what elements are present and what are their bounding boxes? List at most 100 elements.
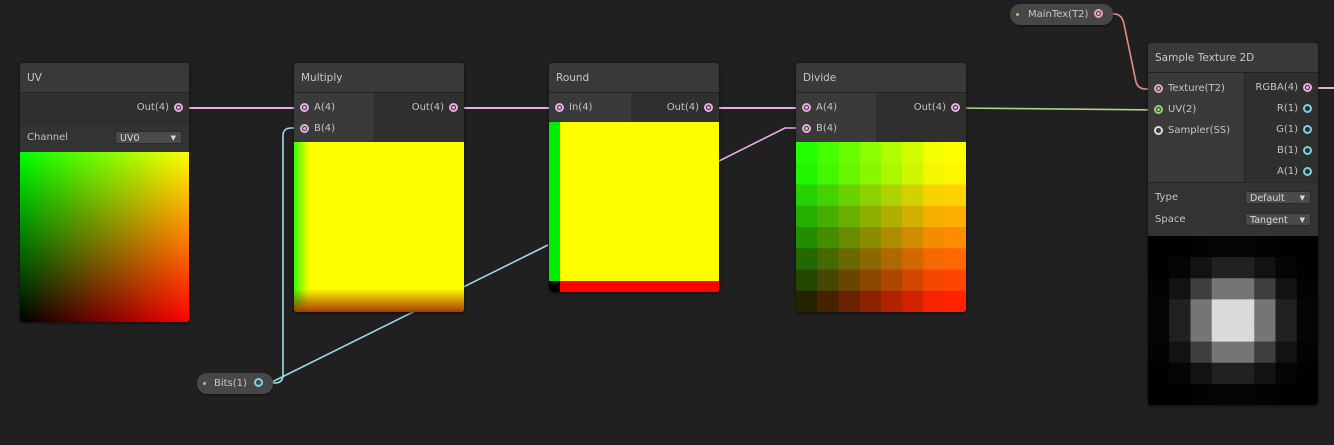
divide-in-b-connector[interactable] — [802, 124, 811, 133]
sample-out-rgba-connector[interactable] — [1303, 83, 1312, 92]
divide-preview-cell — [817, 142, 839, 164]
sample-out-b-connector[interactable] — [1303, 146, 1312, 155]
divide-preview-cell — [796, 269, 818, 292]
multiply-in-b-port[interactable]: B(4) — [294, 118, 374, 139]
texture-preview-cell — [1296, 341, 1318, 364]
divide-preview-cell — [796, 290, 818, 312]
round-out-port[interactable]: Out(4) — [631, 97, 719, 118]
divide-preview-cell — [944, 290, 966, 312]
multiply-in-a-port[interactable]: A(4) — [294, 97, 374, 118]
texture-preview-cell — [1148, 278, 1170, 300]
sample-texture-2d-node[interactable]: Sample Texture 2D Texture(T2) UV(2) Samp… — [1148, 43, 1318, 405]
sample-in-sampler-label: Sampler(SS) — [1168, 125, 1231, 136]
uv-out-connector[interactable] — [174, 103, 183, 112]
divide-out-port[interactable]: Out(4) — [876, 97, 966, 118]
texture-preview-cell — [1233, 278, 1255, 300]
divide-out-label: Out(4) — [913, 102, 946, 113]
sample-out-a-connector[interactable] — [1303, 167, 1312, 176]
uv-node-title[interactable]: UV — [20, 63, 189, 93]
property-indicator-icon — [203, 382, 206, 385]
texture-preview-cell — [1211, 257, 1234, 279]
divide-in-a-label: A(4) — [816, 102, 838, 113]
texture-preview-cell — [1254, 299, 1276, 321]
sample-in-texture-port[interactable]: Texture(T2) — [1148, 78, 1244, 99]
sample-in-sampler-port[interactable]: Sampler(SS) — [1148, 120, 1244, 141]
round-in-port[interactable]: In(4) — [549, 97, 631, 118]
property-indicator-icon — [1016, 13, 1019, 16]
multiply-out-connector[interactable] — [449, 103, 458, 112]
uv-node[interactable]: UV Out(4) Channel UV0 ▼ — [20, 63, 189, 322]
divide-node-title[interactable]: Divide — [796, 63, 966, 93]
texture-preview-cell — [1254, 278, 1276, 300]
divide-out-connector[interactable] — [951, 103, 960, 112]
multiply-node-title[interactable]: Multiply — [294, 63, 464, 93]
sample-out-a-port[interactable]: A(1) — [1245, 161, 1318, 182]
divide-preview-cell — [944, 205, 966, 228]
divide-in-b-port[interactable]: B(4) — [796, 118, 876, 139]
uv-preview — [20, 152, 189, 322]
divide-preview-cell — [817, 269, 839, 292]
divide-preview-cell — [923, 184, 946, 207]
divide-in-a-port[interactable]: A(4) — [796, 97, 876, 118]
divide-preview-cell — [817, 163, 839, 185]
sample-out-g-label: G(1) — [1276, 124, 1298, 135]
sample-out-g-connector[interactable] — [1303, 125, 1312, 134]
sample-type-dropdown[interactable]: Default ▼ — [1245, 191, 1311, 204]
texture-preview-cell — [1169, 236, 1191, 258]
sample-out-rgba-port[interactable]: RGBA(4) — [1245, 77, 1318, 98]
round-out-connector[interactable] — [704, 103, 713, 112]
round-node[interactable]: Round In(4) Out(4) — [549, 63, 719, 292]
multiply-node[interactable]: Multiply A(4) B(4) Out(4) — [294, 63, 464, 312]
multiply-in-a-connector[interactable] — [300, 103, 309, 112]
sample-in-uv-connector[interactable] — [1154, 105, 1163, 114]
divide-preview-cell — [902, 142, 924, 164]
texture-preview-cell — [1169, 299, 1191, 321]
maintex-property-node[interactable]: MainTex(T2) — [1010, 4, 1113, 25]
divide-preview-cell — [796, 227, 818, 249]
sample-in-uv-port[interactable]: UV(2) — [1148, 99, 1244, 120]
texture-preview-cell — [1190, 383, 1213, 405]
uv-out-port[interactable]: Out(4) — [20, 97, 189, 118]
texture-preview-cell — [1233, 320, 1255, 343]
multiply-in-b-connector[interactable] — [300, 124, 309, 133]
sample-out-g-port[interactable]: G(1) — [1245, 119, 1318, 140]
multiply-out-port[interactable]: Out(4) — [374, 97, 464, 118]
sample-texture-2d-title[interactable]: Sample Texture 2D — [1148, 43, 1318, 73]
maintex-out-connector[interactable] — [1094, 9, 1103, 18]
bits-out-connector[interactable] — [254, 378, 263, 387]
texture-preview-cell — [1275, 383, 1298, 405]
sample-out-rgba-label: RGBA(4) — [1255, 82, 1298, 93]
texture-preview-cell — [1233, 341, 1255, 364]
texture-preview-cell — [1296, 278, 1318, 300]
sample-out-b-port[interactable]: B(1) — [1245, 140, 1318, 161]
texture-preview-cell — [1211, 362, 1234, 385]
divide-preview-cell — [859, 269, 882, 292]
divide-preview-cell — [817, 248, 839, 270]
sample-out-r-connector[interactable] — [1303, 104, 1312, 113]
maintex-property-label: MainTex(T2) — [1028, 9, 1089, 20]
sample-space-dropdown[interactable]: Tangent ▼ — [1245, 213, 1311, 226]
round-in-connector[interactable] — [555, 103, 564, 112]
divide-preview-cell — [944, 248, 966, 270]
divide-node[interactable]: Divide A(4) B(4) Out(4) — [796, 63, 966, 312]
sample-out-r-port[interactable]: R(1) — [1245, 98, 1318, 119]
sample-in-texture-connector[interactable] — [1154, 84, 1163, 93]
wire-round-to-divide-b — [708, 127, 806, 167]
sample-out-b-label: B(1) — [1276, 145, 1298, 156]
texture-preview-cell — [1233, 257, 1255, 279]
divide-preview-cell — [859, 142, 882, 164]
uv-channel-dropdown[interactable]: UV0 ▼ — [115, 131, 182, 144]
divide-preview-cell — [944, 184, 966, 207]
texture-preview-cell — [1148, 341, 1170, 364]
uv-channel-row: Channel UV0 ▼ — [20, 123, 189, 152]
texture-preview-cell — [1275, 362, 1298, 385]
texture-preview-cell — [1211, 341, 1234, 364]
sample-in-sampler-connector[interactable] — [1154, 126, 1163, 135]
divide-preview-cell — [881, 184, 903, 207]
divide-in-a-connector[interactable] — [802, 103, 811, 112]
round-node-title[interactable]: Round — [549, 63, 719, 93]
divide-preview-cell — [838, 290, 861, 312]
bits-property-node[interactable]: Bits(1) — [197, 373, 273, 394]
divide-preview-cell — [817, 290, 839, 312]
divide-preview-cell — [859, 248, 882, 270]
